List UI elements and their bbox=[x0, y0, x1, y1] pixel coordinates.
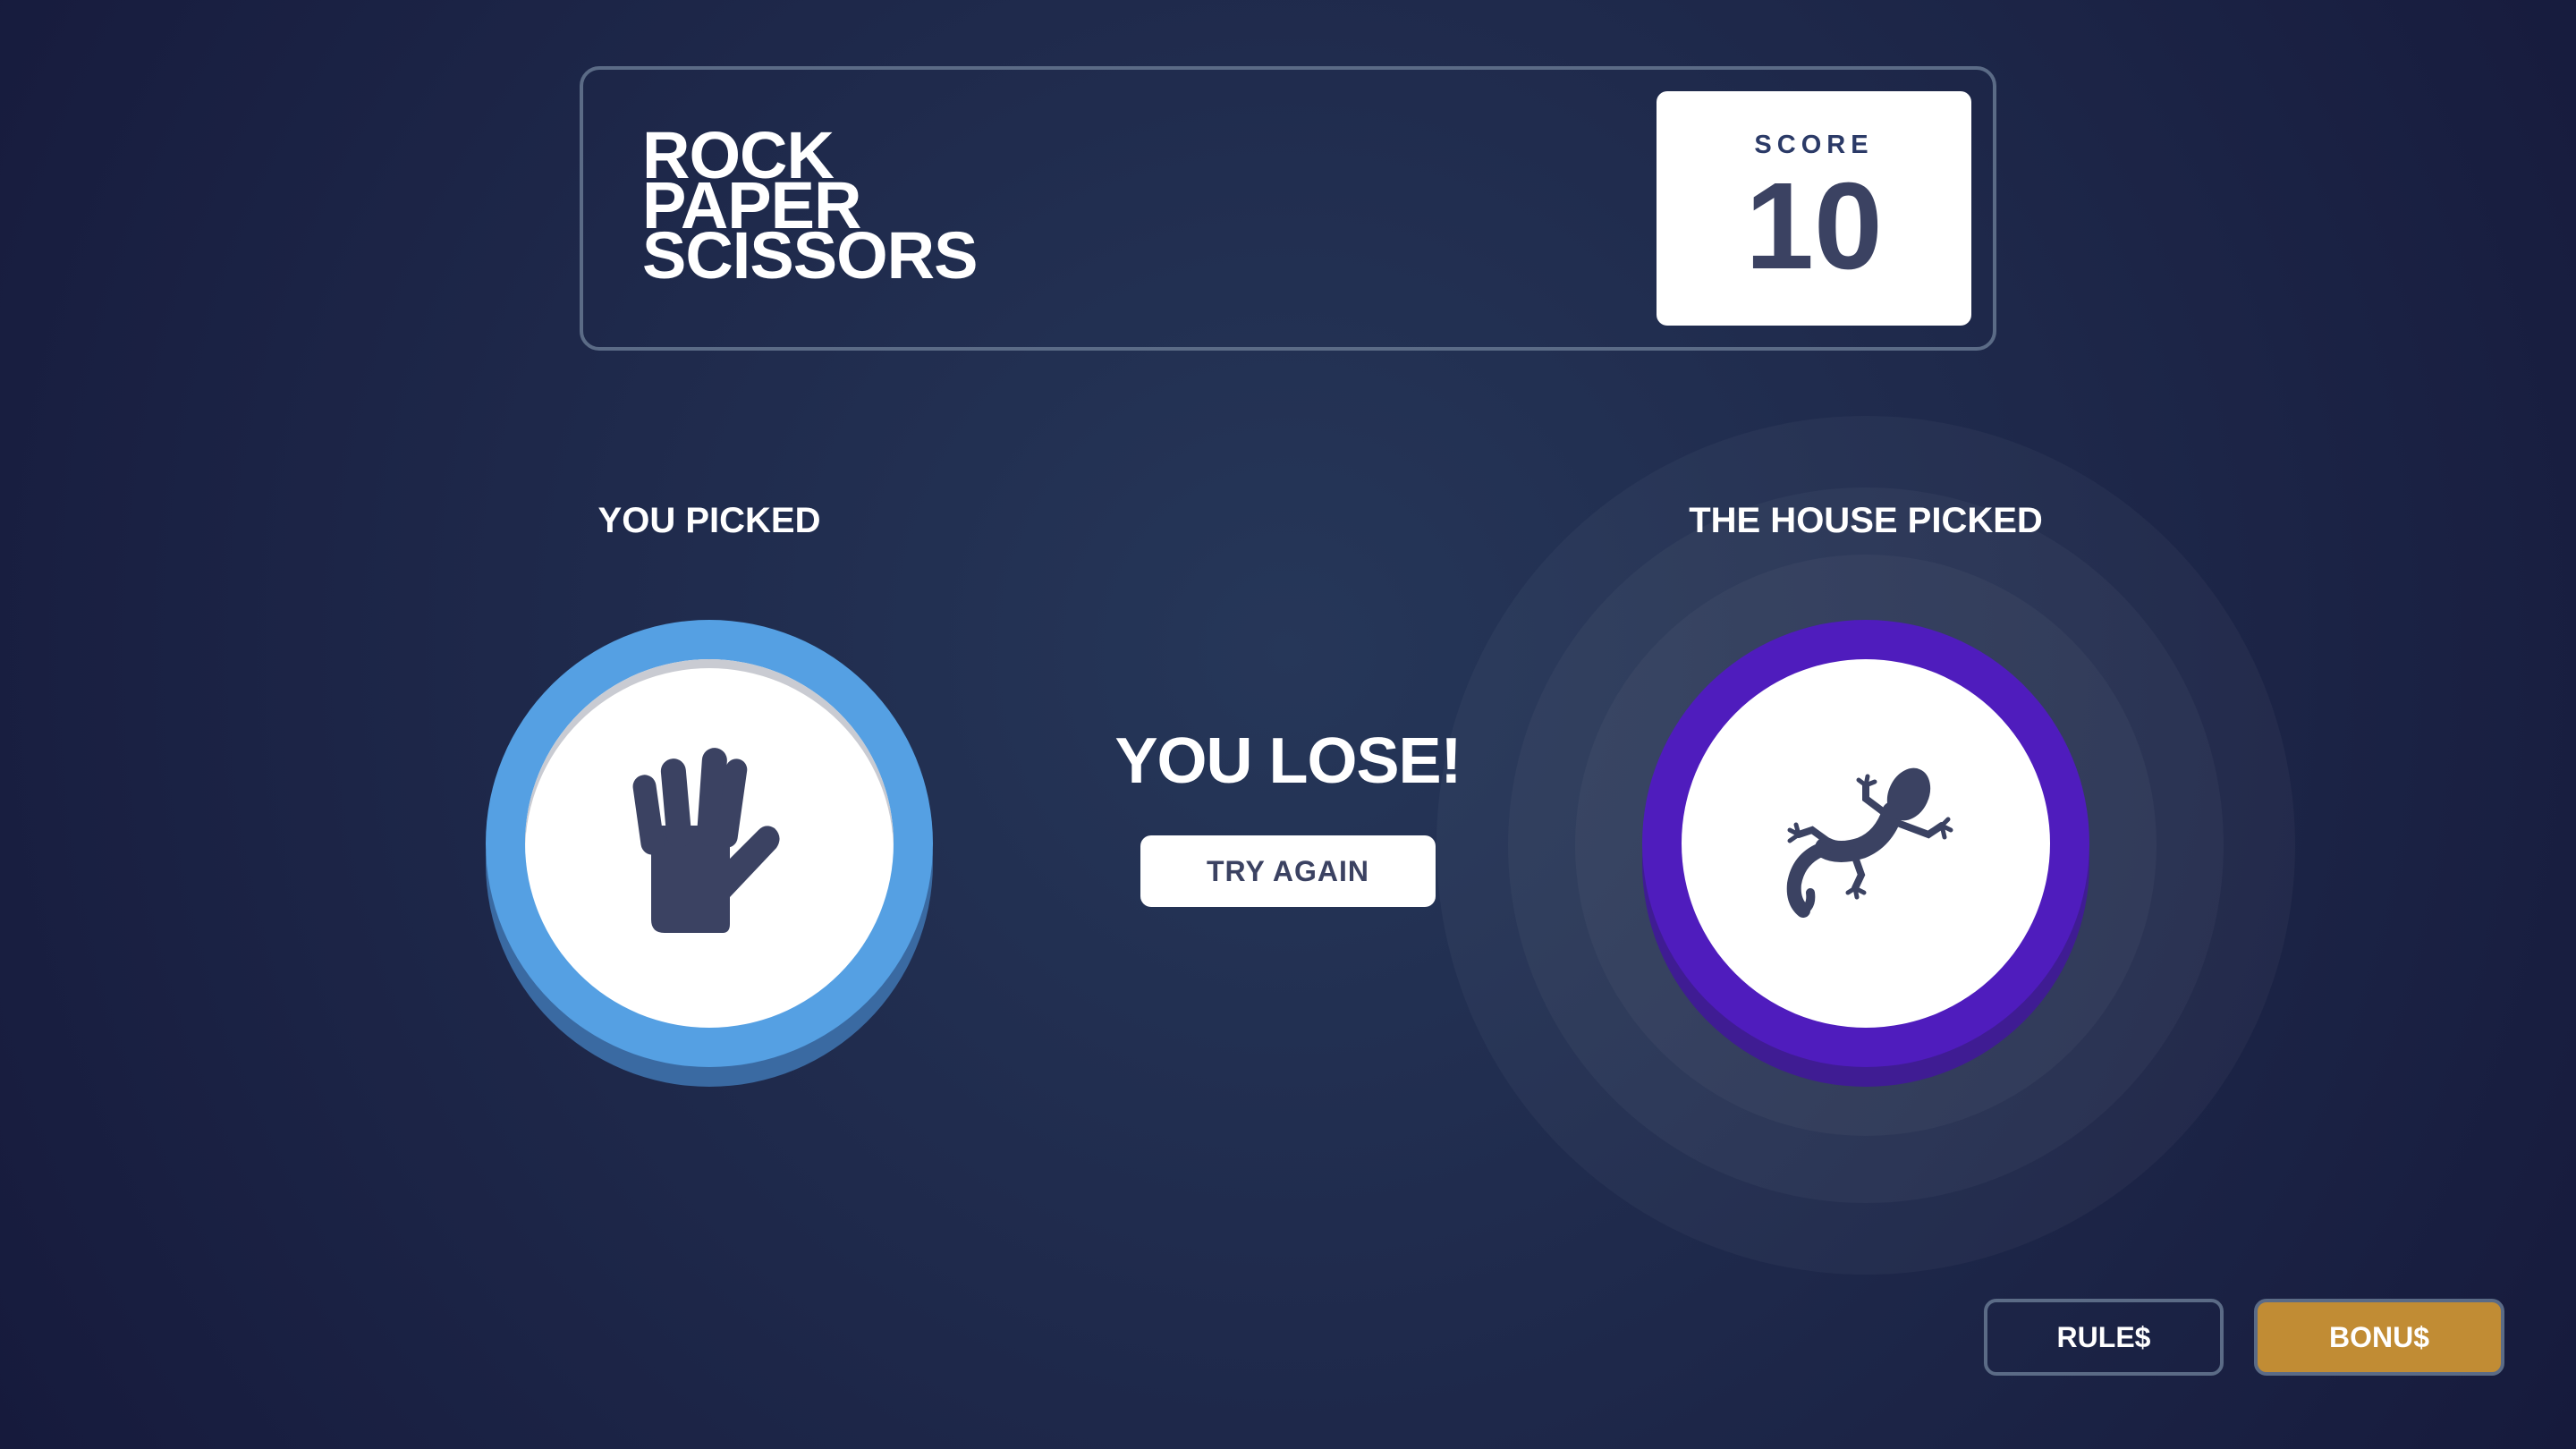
result-text: YOU LOSE! bbox=[1114, 725, 1462, 797]
chip-face bbox=[525, 659, 894, 1028]
lizard-icon bbox=[1786, 767, 1953, 918]
title-line-scissors: SCISSORS bbox=[642, 218, 978, 292]
score-box: SCORE 10 bbox=[1657, 91, 1971, 326]
score-label: SCORE bbox=[1754, 131, 1874, 159]
bonus-button[interactable]: BONU$ bbox=[2254, 1299, 2504, 1376]
user-pick-chip bbox=[486, 620, 933, 1087]
house-pick-chip bbox=[1642, 620, 2089, 1087]
score-value: 10 bbox=[1745, 157, 1883, 295]
try-again-button[interactable]: TRY AGAIN bbox=[1140, 835, 1436, 907]
spock-hand-icon bbox=[632, 748, 780, 933]
game-title: ROCK PAPER SCISSORS bbox=[642, 123, 978, 292]
score-header: ROCK PAPER SCISSORS SCORE 10 bbox=[580, 66, 1996, 351]
rules-button[interactable]: RULE$ bbox=[1984, 1299, 2224, 1376]
you-picked-label: YOU PICKED bbox=[597, 501, 821, 540]
chip-face bbox=[1682, 659, 2050, 1028]
